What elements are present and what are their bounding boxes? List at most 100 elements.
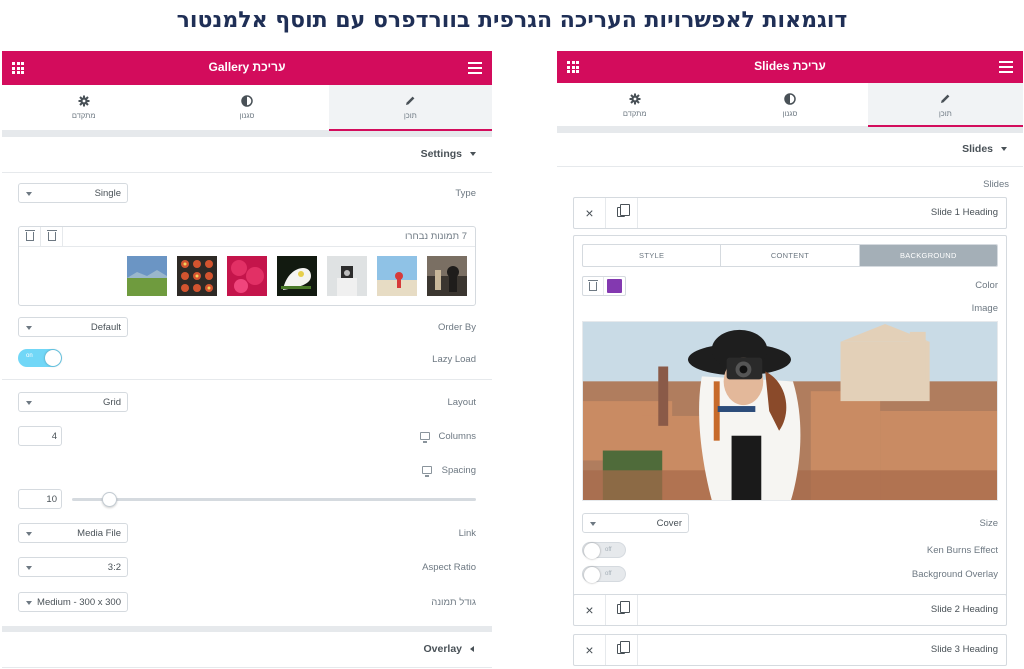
aspect-ratio-label: Aspect Ratio — [422, 562, 476, 573]
duplicate-icon — [617, 601, 630, 614]
size-select[interactable]: Cover — [582, 513, 689, 533]
caret-down-icon — [1001, 147, 1007, 151]
close-icon[interactable]: × — [574, 198, 606, 228]
slides-editor-panel: עריכת Slides מתקדם סגנון תוכן Slides Sli… — [557, 51, 1023, 669]
editor-title: עריכת Gallery — [208, 60, 286, 74]
slides-section-header[interactable]: Slides — [557, 133, 1023, 167]
ken-burns-toggle[interactable]: off — [582, 542, 626, 559]
tab-label: מתקדם — [622, 109, 647, 118]
input-value: 10 — [46, 494, 57, 505]
half-circle-icon — [784, 93, 796, 105]
lazy-load-toggle[interactable]: on — [18, 349, 62, 367]
close-icon[interactable]: × — [574, 595, 606, 625]
stack-icon — [588, 280, 598, 291]
section-title: Overlay — [423, 643, 462, 655]
gallery-thumb[interactable] — [177, 256, 217, 296]
gallery-picker[interactable]: 7 תמונות נבחרו — [18, 226, 476, 306]
editor-tabs: מתקדם סגנון תוכן — [2, 85, 492, 131]
link-label: Link — [458, 528, 476, 539]
gear-icon — [78, 95, 90, 107]
spacing-slider-row: 10 — [2, 489, 492, 511]
divider — [603, 277, 604, 295]
duplicate-button[interactable] — [606, 595, 638, 625]
tab-content[interactable]: CONTENT — [721, 245, 860, 266]
tab-style[interactable]: STYLE — [583, 245, 722, 266]
tab-advanced[interactable]: מתקדם — [557, 83, 712, 126]
type-select[interactable]: Single — [18, 183, 128, 203]
slide-title: Slide 2 Heading — [930, 604, 998, 615]
tab-advanced[interactable]: מתקדם — [2, 85, 165, 130]
link-select[interactable]: Media File — [18, 523, 128, 543]
slide-item-3[interactable]: × Slide 3 Heading — [573, 634, 1007, 666]
tab-label: סגנון — [239, 111, 255, 120]
columns-input[interactable]: 4 — [18, 426, 62, 446]
gallery-thumb[interactable] — [277, 256, 317, 296]
caret-left-icon — [470, 646, 474, 652]
select-value: Default — [90, 322, 121, 333]
gallery-thumbnails — [127, 256, 467, 296]
hamburger-menu-icon[interactable] — [468, 62, 482, 74]
layout-row: Grid Layout — [2, 392, 492, 414]
gallery-thumb[interactable] — [127, 256, 167, 296]
toggle-text: off — [605, 571, 612, 577]
spacing-slider-track[interactable] — [72, 498, 476, 501]
type-label: Type — [455, 188, 476, 199]
gallery-thumb[interactable] — [427, 256, 467, 296]
caret-down-icon — [26, 601, 32, 605]
select-value: Grid — [103, 397, 121, 408]
image-size-select[interactable]: Medium - 300 x 300 — [18, 592, 128, 612]
tab-background[interactable]: BACKGROUND — [859, 245, 997, 266]
slide-title: Slide 3 Heading — [930, 644, 998, 655]
hamburger-menu-icon[interactable] — [999, 61, 1013, 73]
gallery-thumb[interactable] — [377, 256, 417, 296]
tab-label: מתקדם — [71, 111, 96, 120]
aspect-ratio-select[interactable]: 3:2 — [18, 557, 128, 577]
layout-select[interactable]: Grid — [18, 392, 128, 412]
tab-content[interactable]: תוכן — [328, 85, 492, 131]
settings-section-header[interactable]: Settings — [2, 137, 492, 173]
close-icon[interactable]: × — [574, 635, 606, 665]
toggle-knob — [584, 543, 600, 559]
tab-label: תוכן — [403, 111, 417, 120]
photo-woman-camera — [583, 322, 997, 500]
gallery-thumb[interactable] — [227, 256, 267, 296]
spacing-input[interactable]: 10 — [18, 489, 62, 509]
background-overlay-row: off Background Overlay — [574, 566, 1006, 588]
duplicate-button[interactable] — [606, 198, 638, 228]
gallery-count: 7 תמונות נבחרו — [404, 231, 467, 242]
editor-header: עריכת Gallery — [2, 51, 492, 85]
order-by-label: Order By — [437, 322, 476, 333]
gallery-bulk-delete-button[interactable] — [19, 227, 41, 247]
select-value: Media File — [77, 528, 121, 539]
color-picker[interactable] — [582, 276, 626, 296]
color-swatch[interactable] — [607, 279, 622, 293]
tab-content[interactable]: תוכן — [867, 83, 1023, 127]
select-value: Single — [94, 188, 121, 199]
toggle-text: off — [605, 547, 612, 553]
background-overlay-label: Background Overlay — [911, 569, 998, 580]
pencil-icon — [406, 96, 415, 105]
gallery-delete-button[interactable] — [41, 227, 63, 247]
gallery-thumb[interactable] — [327, 256, 367, 296]
spacing-slider-handle[interactable] — [102, 492, 117, 507]
half-circle-icon — [241, 95, 253, 107]
slide-item-2[interactable]: × Slide 2 Heading — [573, 594, 1007, 626]
overlay-section-header[interactable]: Overlay — [2, 632, 492, 668]
slide-item-1[interactable]: × Slide 1 Heading — [573, 197, 1007, 229]
caret-down-icon — [26, 532, 32, 536]
desktop-icon[interactable] — [420, 432, 430, 443]
background-image-preview[interactable] — [582, 321, 998, 501]
size-row: Cover Size — [574, 513, 1006, 535]
pencil-icon — [941, 94, 950, 103]
gallery-row: 7 תמונות נבחרו — [2, 226, 492, 306]
tab-style[interactable]: סגנון — [712, 83, 867, 126]
order-by-select[interactable]: Default — [18, 317, 128, 337]
spacing-label: Spacing — [441, 465, 476, 476]
background-overlay-toggle[interactable]: off — [582, 566, 626, 583]
spacing-row: Spacing — [2, 460, 492, 482]
tab-style[interactable]: סגנון — [165, 85, 328, 130]
slide-inner-tabs: STYLE CONTENT BACKGROUND — [582, 244, 998, 267]
duplicate-button[interactable] — [606, 635, 638, 665]
desktop-icon[interactable] — [422, 466, 432, 477]
columns-label: Columns — [438, 431, 477, 442]
